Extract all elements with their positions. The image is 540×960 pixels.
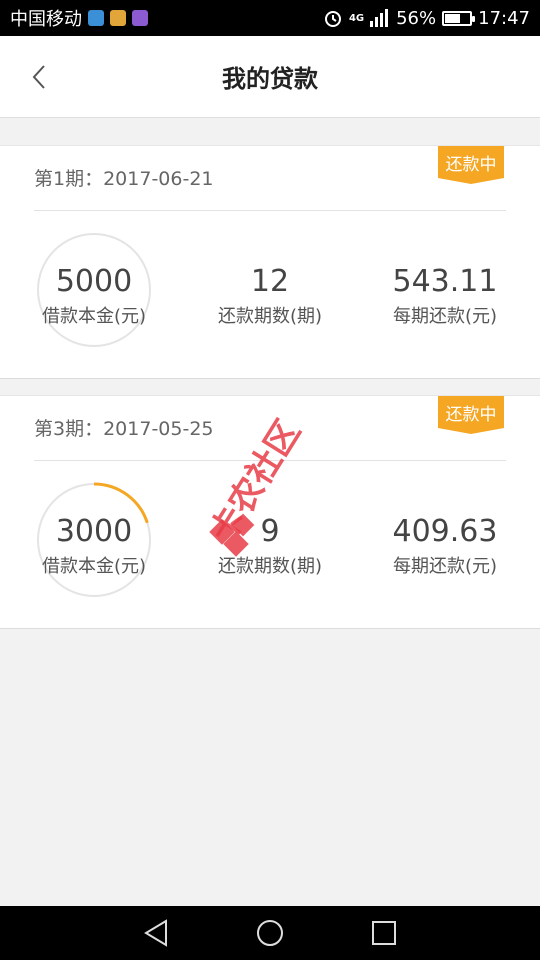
status-badge-text: 还款中 (445, 155, 497, 175)
period-label: 第1期： (34, 168, 104, 190)
clock: 17:47 (478, 7, 530, 29)
back-button[interactable] (22, 60, 56, 94)
principal-value: 5000 (55, 264, 133, 299)
back-triangle-icon[interactable] (142, 918, 170, 948)
recents-square-icon[interactable] (370, 919, 398, 947)
payment-value: 543.11 (392, 264, 498, 299)
periods-label: 还款期数(期) (217, 306, 323, 327)
status-badge-text: 还款中 (445, 405, 497, 425)
loan-card[interactable]: 第1期：2017-06-21 还款中 5000 借款本金(元) 12 还款期数(… (0, 145, 540, 379)
battery-percent: 56% (396, 7, 437, 29)
signal-icon (370, 9, 389, 27)
principal-label: 借款本金(元) (41, 556, 147, 577)
page-title: 我的贷款 (222, 65, 318, 93)
periods-value: 9 (260, 514, 280, 549)
payment-value: 409.63 (392, 514, 498, 549)
loan-date: 2017-05-25 (103, 418, 214, 440)
loan-card[interactable]: 第3期：2017-05-25 还款中 3000 借款本金(元) 9 还款期数(期… (0, 395, 540, 629)
payment-label: 每期还款(元) (392, 556, 498, 577)
carrier-name: 中国移动 (10, 9, 82, 30)
alarm-icon (324, 11, 341, 27)
app-header: 我的贷款 (0, 36, 540, 118)
status-bar: 中国移动 4G 56% 17:47 (0, 0, 540, 36)
principal-value: 3000 (55, 514, 133, 549)
periods-value: 12 (250, 264, 290, 299)
period-label: 第3期： (34, 418, 104, 440)
status-badge: 还款中 (438, 396, 504, 434)
network-type: 4G (348, 12, 365, 24)
loan-period-line: 第1期：2017-06-21 (34, 164, 214, 191)
system-nav-bar (0, 906, 540, 960)
principal-label: 借款本金(元) (41, 306, 147, 327)
chat-app-icon (88, 10, 104, 26)
periods-label: 还款期数(期) (217, 556, 323, 577)
status-badge: 还款中 (438, 146, 504, 184)
wallet-app-icon (110, 10, 126, 26)
gallery-app-icon (132, 10, 148, 26)
card-divider (34, 210, 506, 211)
battery-icon (442, 10, 476, 26)
home-circle-icon[interactable] (255, 918, 285, 948)
payment-label: 每期还款(元) (392, 306, 498, 327)
loan-date: 2017-06-21 (103, 168, 214, 190)
card-divider (34, 460, 506, 461)
chevron-left-icon (32, 65, 45, 89)
loan-period-line: 第3期：2017-05-25 (34, 414, 214, 441)
